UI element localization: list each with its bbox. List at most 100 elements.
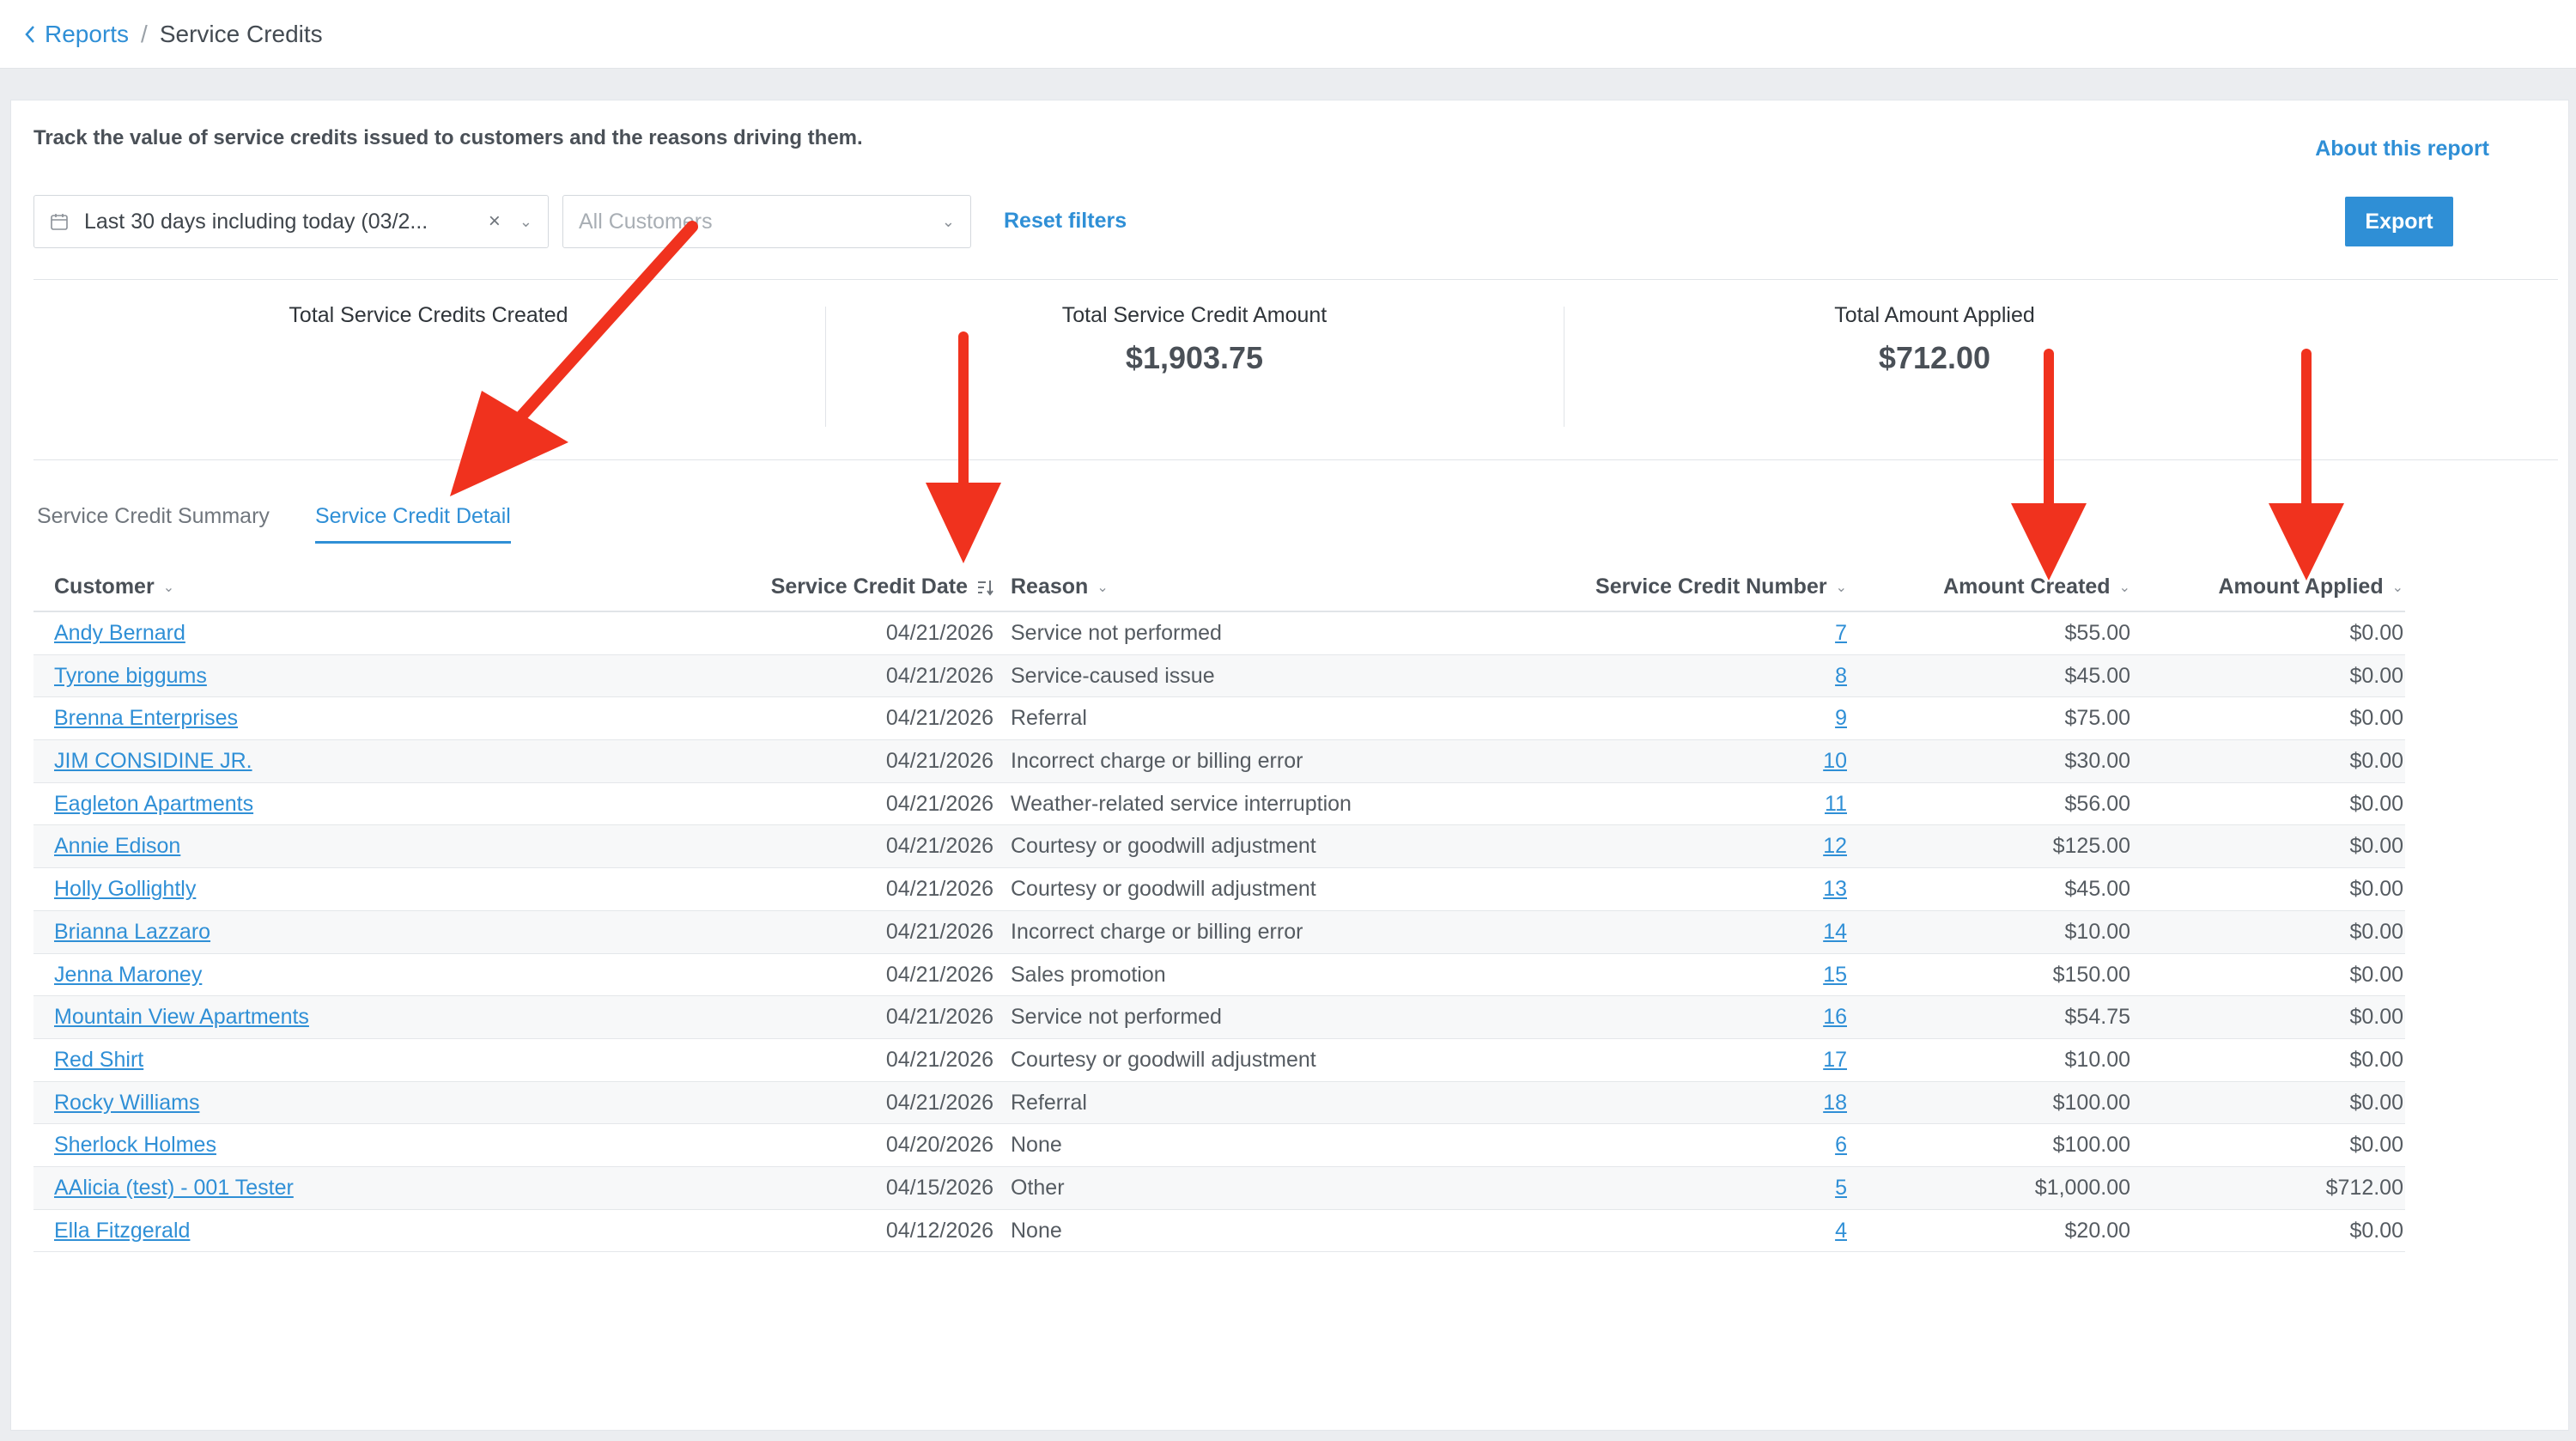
service-credit-number-link[interactable]: 17 — [1823, 1048, 1847, 1073]
customer-link[interactable]: Holly Gollightly — [54, 877, 196, 902]
metric-total-credit-amount: Total Service Credit Amount $1,903.75 — [825, 303, 1564, 376]
service-credit-number-link[interactable]: 6 — [1835, 1133, 1847, 1158]
breadcrumb-back-link[interactable]: Reports — [24, 21, 129, 48]
chevron-down-icon: ⌄ — [519, 212, 532, 230]
service-credit-number-link[interactable]: 10 — [1823, 749, 1847, 774]
chevron-down-icon: ⌄ — [2391, 580, 2403, 595]
service-credit-date: 04/21/2026 — [885, 663, 993, 688]
reason-text: Sales promotion — [1011, 962, 1166, 987]
table-row: Jenna Maroney 04/21/2026 Sales promotion 15… — [33, 954, 2405, 997]
customer-link[interactable]: Jenna Maroney — [54, 963, 202, 988]
tab-service-credit-detail[interactable]: Service Credit Detail — [315, 504, 511, 544]
amount-created: $54.75 — [2064, 1005, 2130, 1030]
reason-text: Service-caused issue — [1011, 663, 1215, 688]
amount-created: $10.00 — [2064, 919, 2130, 944]
service-credit-number-link[interactable]: 12 — [1823, 834, 1847, 859]
customer-link[interactable]: Rocky Williams — [54, 1091, 199, 1116]
service-credit-date: 04/21/2026 — [885, 621, 993, 645]
customer-link[interactable]: JIM CONSIDINE JR. — [54, 749, 252, 774]
service-credit-date: 04/15/2026 — [885, 1175, 993, 1200]
table-row: JIM CONSIDINE JR. 04/21/2026 Incorrect cha… — [33, 740, 2405, 783]
customer-link[interactable]: Mountain View Apartments — [54, 1005, 309, 1030]
clear-icon[interactable]: × — [489, 210, 501, 234]
service-credit-date: 04/21/2026 — [885, 834, 993, 859]
customer-link[interactable]: Annie Edison — [54, 834, 180, 859]
service-credit-number-link[interactable]: 15 — [1823, 963, 1847, 988]
calendar-icon — [51, 214, 68, 230]
export-button[interactable]: Export — [2345, 197, 2453, 246]
table-row: Brenna Enterprises 04/21/2026 Referral 9 $75… — [33, 697, 2405, 741]
table-row: Andy Bernard 04/21/2026 Service not perfor… — [33, 612, 2405, 655]
reason-text: None — [1011, 1133, 1062, 1158]
column-header-label: Amount Applied — [2218, 575, 2384, 599]
column-header-label: Customer — [54, 575, 155, 599]
amount-created: $45.00 — [2064, 877, 2130, 902]
column-header-reason[interactable]: Reason ⌄ — [1011, 575, 1109, 599]
service-credit-date: 04/21/2026 — [885, 791, 993, 816]
service-credit-number-link[interactable]: 5 — [1835, 1176, 1847, 1201]
customer-link[interactable]: Eagleton Apartments — [54, 792, 253, 817]
customer-link[interactable]: Brenna Enterprises — [54, 706, 238, 731]
amount-created: $150.00 — [2052, 962, 2130, 987]
service-credit-date: 04/21/2026 — [885, 1090, 993, 1115]
reason-text: Incorrect charge or billing error — [1011, 919, 1303, 944]
column-header-number[interactable]: Service Credit Number ⌄ — [1595, 575, 1847, 599]
service-credit-number-link[interactable]: 14 — [1823, 920, 1847, 945]
service-credit-number-link[interactable]: 8 — [1835, 664, 1847, 689]
report-description: Track the value of service credits issue… — [33, 126, 863, 149]
service-credit-date: 04/21/2026 — [885, 1047, 993, 1072]
customer-link[interactable]: Ella Fitzgerald — [54, 1219, 190, 1243]
amount-created: $1,000.00 — [2034, 1175, 2130, 1200]
reason-text: Courtesy or goodwill adjustment — [1011, 877, 1316, 902]
amount-applied: $0.00 — [2349, 962, 2403, 987]
customer-link[interactable]: Sherlock Holmes — [54, 1133, 216, 1158]
amount-applied: $0.00 — [2349, 1005, 2403, 1030]
table-row: Mountain View Apartments 04/21/2026 Servic… — [33, 996, 2405, 1039]
customer-link[interactable]: Brianna Lazzaro — [54, 920, 210, 945]
table-row: Holly Gollightly 04/21/2026 Courtesy or go… — [33, 868, 2405, 911]
metric-value: $1,903.75 — [1125, 340, 1264, 375]
amount-applied: $712.00 — [2325, 1175, 2403, 1200]
service-credit-number-link[interactable]: 13 — [1823, 877, 1847, 902]
reason-text: Courtesy or goodwill adjustment — [1011, 834, 1316, 859]
customer-link[interactable]: Tyrone biggums — [54, 664, 207, 689]
customer-link[interactable]: Andy Bernard — [54, 621, 185, 646]
column-header-customer[interactable]: Customer ⌄ — [54, 575, 174, 599]
service-credit-number-link[interactable]: 7 — [1835, 621, 1847, 646]
column-header-amount-applied[interactable]: Amount Applied ⌄ — [2218, 575, 2403, 599]
customer-filter[interactable]: All Customers ⌄ — [562, 195, 971, 248]
amount-created: $100.00 — [2052, 1090, 2130, 1115]
column-header-amount-created[interactable]: Amount Created ⌄ — [1943, 575, 2130, 599]
column-header-label: Service Credit Number — [1595, 575, 1827, 599]
table-row: Rocky Williams 04/21/2026 Referral 18 $100.0… — [33, 1081, 2405, 1125]
chevron-down-icon: ⌄ — [1097, 580, 1109, 595]
reset-filters-link[interactable]: Reset filters — [1004, 209, 1127, 234]
amount-applied: $0.00 — [2349, 663, 2403, 688]
breadcrumb-current: Service Credits — [159, 20, 323, 47]
amount-applied: $0.00 — [2349, 834, 2403, 859]
amount-applied: $0.00 — [2349, 919, 2403, 944]
reason-text: Incorrect charge or billing error — [1011, 749, 1303, 774]
customer-link[interactable]: Red Shirt — [54, 1048, 143, 1073]
column-header-date[interactable]: Service Credit Date — [771, 575, 993, 599]
table-row: Ella Fitzgerald 04/12/2026 None 4 $20.00 $0.0… — [33, 1210, 2405, 1253]
amount-created: $30.00 — [2064, 749, 2130, 774]
sort-desc-icon — [978, 580, 993, 596]
customer-link[interactable]: AAlicia (test) - 001 Tester — [54, 1176, 294, 1201]
about-report-link[interactable]: About this report — [2315, 137, 2489, 161]
date-range-filter[interactable]: Last 30 days including today (03/2... × … — [33, 195, 549, 248]
service-credit-date: 04/20/2026 — [885, 1133, 993, 1158]
reason-text: Service not performed — [1011, 621, 1222, 645]
table-row: Red Shirt 04/21/2026 Courtesy or goodwill … — [33, 1039, 2405, 1082]
service-credit-number-link[interactable]: 18 — [1823, 1091, 1847, 1116]
table-row: Tyrone biggums 04/21/2026 Service-caused i… — [33, 654, 2405, 698]
service-credit-date: 04/21/2026 — [885, 962, 993, 987]
service-credit-number-link[interactable]: 4 — [1835, 1219, 1847, 1243]
metric-value: $712.00 — [1878, 340, 1991, 375]
service-credit-number-link[interactable]: 11 — [1825, 792, 1847, 817]
chevron-down-icon: ⌄ — [1835, 580, 1847, 595]
amount-applied: $0.00 — [2349, 621, 2403, 645]
tab-service-credit-summary[interactable]: Service Credit Summary — [37, 504, 270, 541]
service-credit-number-link[interactable]: 16 — [1823, 1005, 1847, 1030]
service-credit-number-link[interactable]: 9 — [1835, 706, 1847, 731]
